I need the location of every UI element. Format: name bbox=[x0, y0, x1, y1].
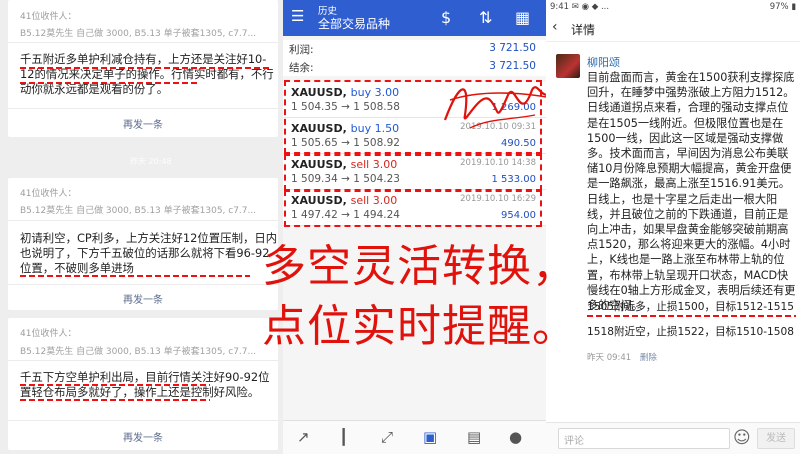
symbol-filter[interactable]: 全部交易品种 bbox=[318, 15, 390, 32]
calendar-icon[interactable]: ▦ bbox=[515, 8, 530, 27]
recipients-header: 41位收件人： bbox=[20, 189, 77, 199]
divider bbox=[8, 284, 278, 285]
divider bbox=[8, 220, 278, 221]
delete-link[interactable]: 删除 bbox=[640, 353, 657, 363]
post-body: 目前盘面而言，黄金在1500获利支撑探底回升，在睡梦中强势涨破上方阻力1512。… bbox=[587, 71, 796, 313]
avatar[interactable] bbox=[556, 54, 580, 78]
resend-button[interactable]: 再发一条 bbox=[8, 429, 278, 444]
trade-icon[interactable]: ⤢ bbox=[381, 428, 393, 446]
recipients-list: B5.12莫先生 自己做 3000, B5.13 单子被套1305, c7.7.… bbox=[20, 29, 257, 39]
back-icon[interactable]: ‹ bbox=[552, 19, 558, 35]
post-detail-panel: 9:41 ✉ ◉ ◆ ... 97% ▮ ‹ 详情 柳阳颂 目前盘面而言，黄金在… bbox=[546, 0, 800, 454]
recipients-header: 41位收件人： bbox=[20, 12, 77, 22]
divider bbox=[8, 42, 278, 43]
emoji-icon[interactable]: ☺ bbox=[733, 428, 751, 448]
status-bar: 9:41 ✉ ◉ ◆ ... 97% ▮ bbox=[546, 0, 800, 16]
send-button[interactable]: 发送 bbox=[757, 428, 795, 449]
post-signal: 1505附近多，止损1500，目标1512-1515 bbox=[587, 301, 795, 313]
annotation-box bbox=[284, 154, 542, 191]
sort-icon[interactable]: ⇅ bbox=[479, 8, 492, 27]
post-time: 昨天 09:41 bbox=[587, 353, 632, 363]
annotation-underline bbox=[20, 399, 210, 401]
annotation-underline bbox=[20, 82, 200, 84]
message-body: 初请利空，CP利多，上方关注好12位置压制，日内也说明了，下方千五破位的话那么就… bbox=[20, 231, 278, 275]
summary-row-profit: 利润: 3 721.50 bbox=[283, 40, 546, 58]
annotation-underline bbox=[20, 384, 210, 386]
bottom-nav: ↗ ┃ ⤢ ▣ ▤ ● bbox=[283, 420, 546, 454]
promo-headline-line2: 点位实时提醒。 bbox=[262, 301, 577, 352]
app-bar: ☰ 历史 全部交易品种 $ ⇅ ▦ bbox=[283, 0, 546, 36]
summary-value: 3 721.50 bbox=[489, 42, 536, 54]
summary-label: 结余: bbox=[289, 62, 314, 74]
post-footer: 昨天 09:41 删除 bbox=[587, 351, 657, 363]
messages-icon[interactable]: ● bbox=[509, 428, 522, 446]
resend-button[interactable]: 再发一条 bbox=[8, 291, 278, 306]
divider bbox=[8, 420, 278, 421]
annotation-underline bbox=[20, 67, 270, 69]
annotation-underline bbox=[587, 315, 796, 317]
quotes-icon[interactable]: ↗ bbox=[297, 428, 310, 446]
recipients-header: 41位收件人： bbox=[20, 329, 77, 339]
annotation-box bbox=[284, 190, 542, 227]
message-history-panel: 41位收件人： B5.12莫先生 自己做 3000, B5.13 单子被套130… bbox=[0, 0, 283, 454]
history-icon[interactable]: ▣ bbox=[423, 428, 437, 446]
top-bar: ‹ 详情 bbox=[546, 16, 800, 42]
trade-history-panel: ☰ 历史 全部交易品种 $ ⇅ ▦ 利润: 3 721.50 结余: 3 721… bbox=[283, 0, 546, 454]
message-body: 千五附近多单护利减仓持有，上方还是关注好10-12的情况来决定单子的操作。行情实… bbox=[20, 52, 274, 96]
post-signal: 1518附近空，止损1522，目标1510-1508 bbox=[587, 326, 795, 338]
comment-bar: 评论 ☺ 发送 bbox=[546, 422, 800, 454]
signature-graphic bbox=[443, 84, 557, 129]
comment-input[interactable]: 评论 bbox=[558, 428, 730, 449]
annotation-underline bbox=[20, 275, 250, 277]
recipients-list: B5.12莫先生 自己做 3000, B5.13 单子被套1305, c7.7.… bbox=[20, 347, 257, 357]
currency-filter-icon[interactable]: $ bbox=[441, 8, 451, 27]
summary-label: 利润: bbox=[289, 44, 314, 56]
chart-icon[interactable]: ┃ bbox=[339, 428, 348, 446]
status-right: 97% ▮ bbox=[769, 2, 796, 12]
message-card: 41位收件人： B5.12莫先生 自己做 3000, B5.13 单子被套130… bbox=[8, 178, 278, 310]
menu-icon[interactable]: ☰ bbox=[291, 7, 304, 25]
timestamp: 昨天 20:48 bbox=[130, 157, 172, 166]
page-title: 详情 bbox=[571, 23, 596, 37]
status-left: 9:41 ✉ ◉ ◆ ... bbox=[550, 2, 610, 12]
recipients-list: B5.12莫先生 自己做 3000, B5.13 单子被套1305, c7.7.… bbox=[20, 206, 257, 216]
divider bbox=[8, 108, 278, 109]
promo-headline-line1: 多空灵活转换， bbox=[262, 241, 577, 292]
resend-button[interactable]: 再发一条 bbox=[8, 116, 278, 131]
author-name[interactable]: 柳阳颂 bbox=[587, 54, 620, 70]
news-icon[interactable]: ▤ bbox=[467, 428, 481, 446]
divider bbox=[8, 360, 278, 361]
